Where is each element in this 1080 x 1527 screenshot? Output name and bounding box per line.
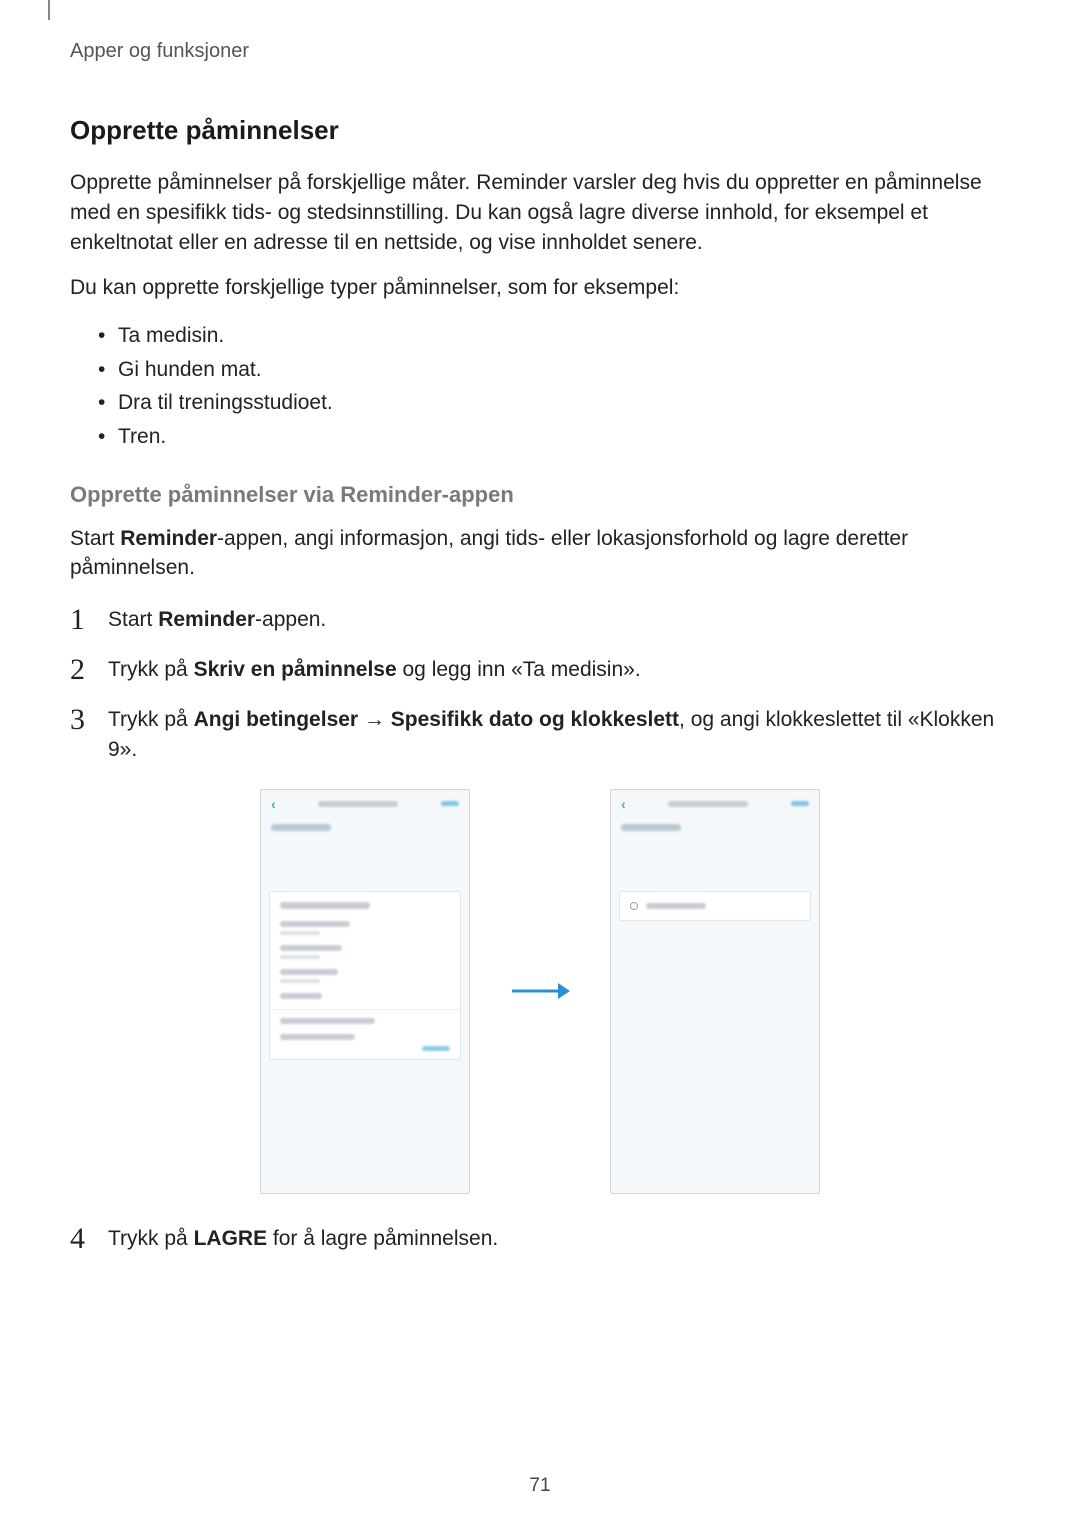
- back-icon: ‹: [621, 796, 626, 812]
- subsection-title: Opprette påminnelser via Reminder-appen: [70, 482, 1010, 508]
- page-content: Apper og funksjoner Opprette påminnelser…: [0, 0, 1080, 1253]
- blurred-input-text: [621, 824, 681, 831]
- blurred-input-text: [271, 824, 331, 831]
- section-title: Opprette påminnelser: [70, 115, 1010, 146]
- bold-text: Spesifikk dato og klokkeslett: [391, 708, 679, 731]
- text: Trykk på: [108, 1227, 194, 1250]
- app-name-bold: Reminder: [120, 527, 217, 550]
- clock-icon: [630, 902, 638, 910]
- bold-text: Skriv en påminnelse: [194, 658, 397, 681]
- conditions-panel: [269, 891, 461, 1060]
- datetime-pill: [619, 891, 811, 921]
- step-2: 2 Trykk på Skriv en påminnelse og legg i…: [70, 655, 1010, 685]
- text: Trykk på: [108, 658, 194, 681]
- blurred-option: [280, 1034, 355, 1040]
- blurred-title: [318, 801, 398, 807]
- blurred-subtext: [280, 979, 320, 983]
- text: Trykk på: [108, 708, 194, 731]
- blurred-option: [280, 945, 342, 951]
- back-icon: ‹: [271, 796, 276, 812]
- flow-arrow-icon: [510, 979, 570, 1003]
- steps-list-cont: 4 Trykk på LAGRE for å lagre påminnelsen…: [70, 1224, 1010, 1254]
- step-number: 3: [70, 699, 85, 742]
- steps-list: 1 Start Reminder-appen. 2 Trykk på Skriv…: [70, 605, 1010, 764]
- blurred-title: [668, 801, 748, 807]
- blurred-subtext: [280, 955, 320, 959]
- step-number: 2: [70, 649, 85, 692]
- screenshot-topbar: ‹: [611, 790, 819, 818]
- text: -appen.: [255, 608, 326, 631]
- page-top-marker: [48, 0, 50, 20]
- bold-text: Angi betingelser: [194, 708, 359, 731]
- step-4: 4 Trykk på LAGRE for å lagre påminnelsen…: [70, 1224, 1010, 1254]
- arrow-right-icon: →: [358, 708, 391, 731]
- text: og legg inn «Ta medisin».: [397, 658, 641, 681]
- blurred-save: [441, 801, 459, 806]
- divider: [270, 1009, 460, 1010]
- screenshot-create-reminder-conditions: ‹: [260, 789, 470, 1194]
- paragraph-intro-1: Opprette påminnelser på forskjellige måt…: [70, 168, 1010, 257]
- list-item: Dra til treningsstudioet.: [98, 386, 1010, 420]
- screenshot-create-reminder-datetime: ‹: [610, 789, 820, 1194]
- blurred-option: [280, 1018, 375, 1024]
- blurred-option: [280, 993, 322, 999]
- list-item: Tren.: [98, 420, 1010, 454]
- breadcrumb: Apper og funksjoner: [70, 40, 1010, 63]
- bold-text: Reminder: [158, 608, 255, 631]
- bold-text: LAGRE: [194, 1227, 268, 1250]
- paragraph-intro-2: Du kan opprette forskjellige typer påmin…: [70, 273, 1010, 303]
- list-item: Gi hunden mat.: [98, 353, 1010, 387]
- text: Start: [108, 608, 158, 631]
- blurred-save: [791, 801, 809, 806]
- step-number: 1: [70, 599, 85, 642]
- blurred-heading: [280, 902, 370, 909]
- subsection-intro: Start Reminder-appen, angi informasjon, …: [70, 524, 1010, 584]
- blurred-option: [280, 969, 338, 975]
- blurred-cancel: [422, 1046, 450, 1051]
- page-number: 71: [0, 1475, 1080, 1497]
- text: Start: [70, 527, 120, 550]
- step-1: 1 Start Reminder-appen.: [70, 605, 1010, 635]
- step-number: 4: [70, 1218, 85, 1261]
- figure-screenshots: ‹ ‹: [70, 789, 1010, 1194]
- blurred-datetime-text: [646, 903, 706, 909]
- text: for å lagre påminnelsen.: [267, 1227, 498, 1250]
- step-3: 3 Trykk på Angi betingelser → Spesifikk …: [70, 705, 1010, 765]
- list-item: Ta medisin.: [98, 319, 1010, 353]
- example-list: Ta medisin. Gi hunden mat. Dra til treni…: [70, 319, 1010, 453]
- blurred-subtext: [280, 931, 320, 935]
- screenshot-topbar: ‹: [261, 790, 469, 818]
- blurred-option: [280, 921, 350, 927]
